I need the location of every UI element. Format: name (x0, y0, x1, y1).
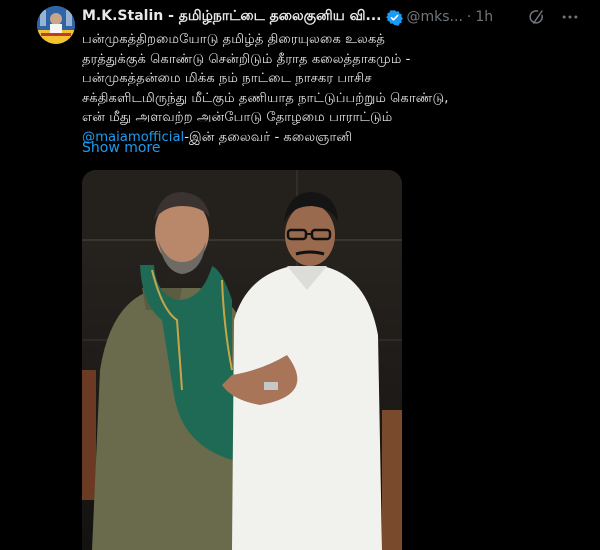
tweet-text-line: பன்முகத்தன்மை மிக்க நம் நாட்டை நாசகர பாச… (82, 71, 372, 86)
tweet-text-line: பன்முகத்திறமையோடு தமிழ்த் திரையுலகை உலகத… (82, 32, 386, 47)
tweet-timestamp[interactable]: 1h (475, 9, 493, 25)
photo-illustration (82, 170, 402, 550)
tweet-text-line-rest: -இன் தலைவர் - கலைஞானி (184, 129, 353, 145)
tweet-photo[interactable] (82, 170, 402, 550)
author-handle[interactable]: @mks... (407, 9, 463, 25)
author-name[interactable]: M.K.Stalin - தமிழ்நாட்டை தலைகுனிய வி... (82, 8, 382, 26)
separator-dot: · (466, 9, 472, 25)
show-more-link[interactable]: Show more (82, 140, 161, 156)
tweet-header: M.K.Stalin - தமிழ்நாட்டை தலைகுனிய வி... … (82, 7, 582, 27)
tweet-text-line: சக்திகளிடமிருந்து மீட்கும் தணியாத நாட்டு… (82, 90, 449, 106)
tweet-text-line: என் மீது அளவற்ற அன்போடு தோழமை பாராட்டும் (82, 110, 393, 125)
author-avatar[interactable] (37, 6, 75, 44)
tweet-text-line: தரத்துக்குக் கொண்டு சென்றிடும் தீராத கலை… (82, 51, 411, 67)
tweet-text: பன்முகத்திறமையோடு தமிழ்த் திரையுலகை உலகத… (82, 30, 582, 147)
verified-badge-icon (385, 9, 403, 26)
grok-icon[interactable] (527, 8, 545, 26)
tweet[interactable]: M.K.Stalin - தமிழ்நாட்டை தலைகுனிய வி... … (0, 0, 600, 550)
more-options-icon[interactable] (560, 8, 580, 26)
